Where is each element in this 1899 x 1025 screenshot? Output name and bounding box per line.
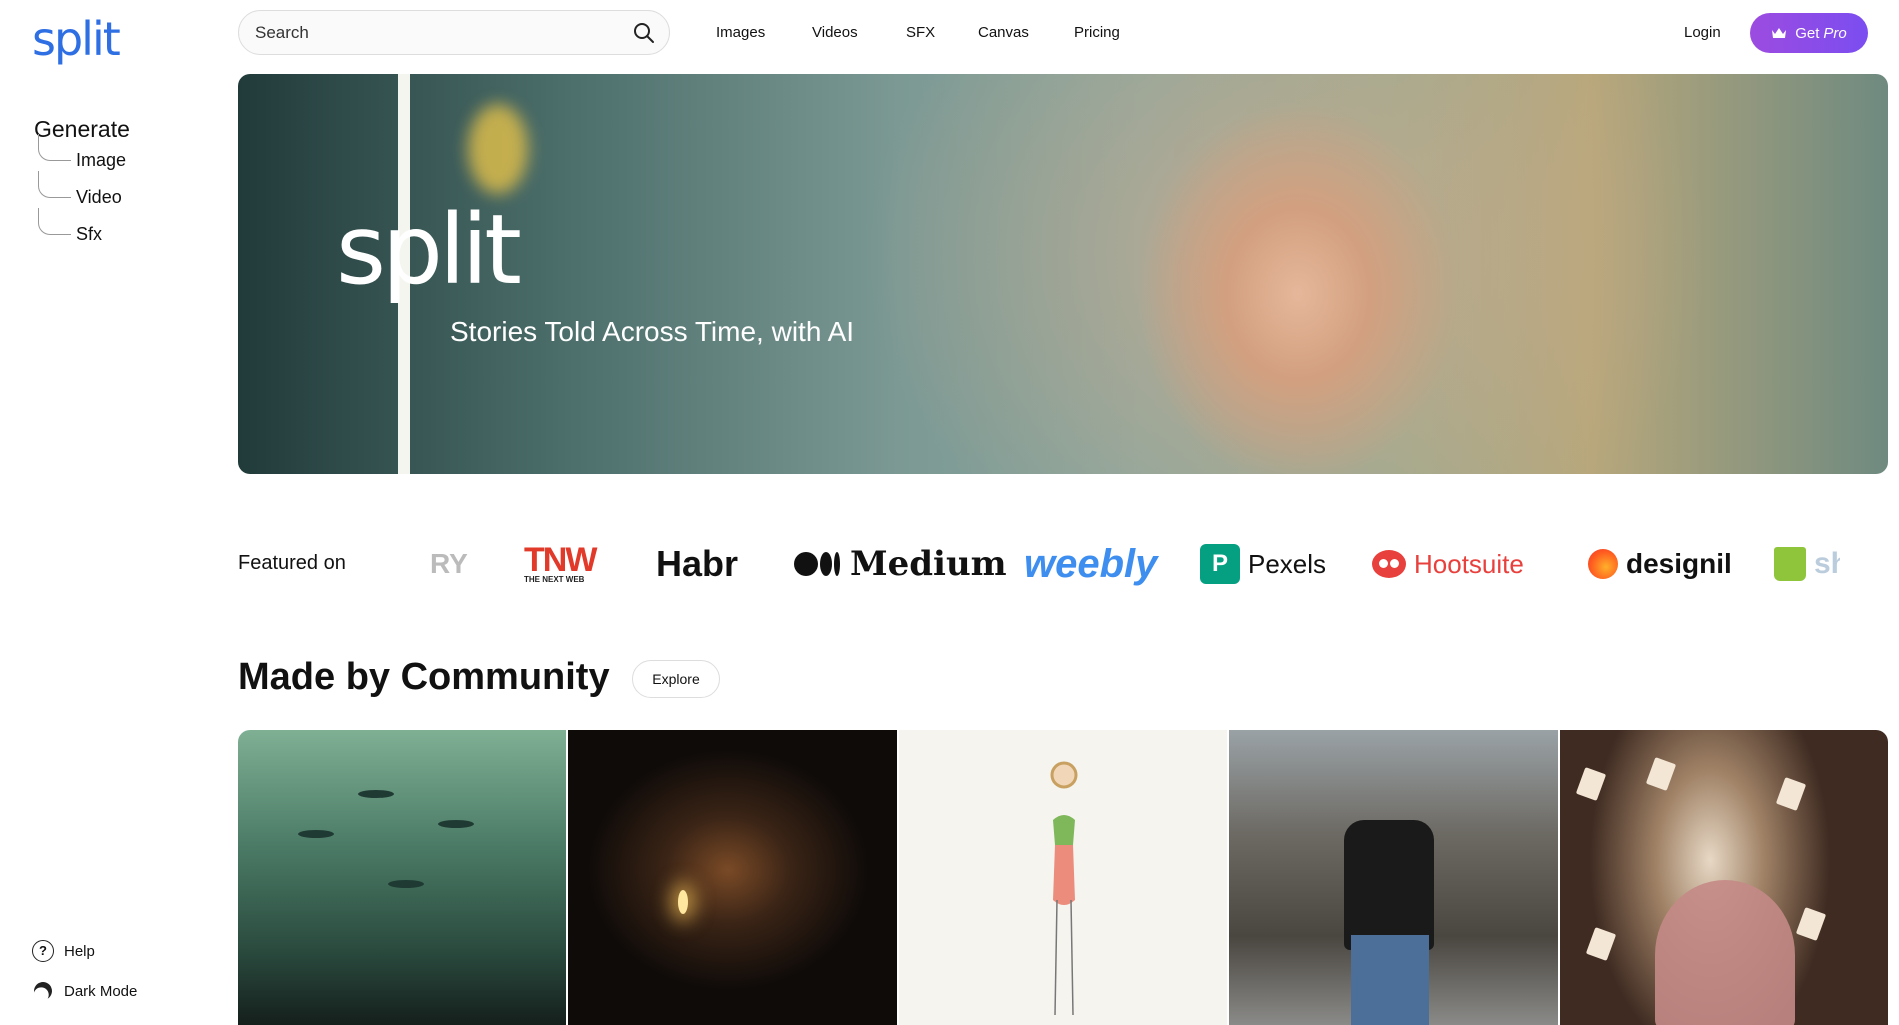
brand-partial-right: sh bbox=[1814, 547, 1840, 580]
search-icon[interactable] bbox=[633, 22, 655, 44]
gallery-tile-city[interactable] bbox=[238, 730, 567, 1025]
help-icon: ? bbox=[32, 940, 54, 962]
nav-canvas[interactable]: Canvas bbox=[978, 24, 1029, 41]
gallery-tile-sketch[interactable] bbox=[898, 730, 1228, 1025]
brand-habr: Habr bbox=[656, 543, 739, 584]
community-title: Made by Community bbox=[238, 656, 610, 698]
nav-images[interactable]: Images bbox=[716, 24, 765, 41]
tnw-subtitle: THE NEXT WEB bbox=[524, 574, 585, 584]
sidebar: split Generate Image Video Sfx ? Help Da… bbox=[0, 0, 220, 1025]
dark-mode-label: Dark Mode bbox=[64, 982, 138, 1000]
brand-designil: designil bbox=[1588, 536, 1732, 592]
get-pro-prefix: Get bbox=[1795, 24, 1820, 42]
designil-label: designil bbox=[1626, 548, 1732, 579]
search-bar bbox=[238, 10, 670, 55]
crown-icon bbox=[1772, 28, 1787, 38]
shopping-bag-icon bbox=[1774, 547, 1806, 581]
brand-shopify-partial: sh bbox=[1774, 536, 1840, 592]
gallery-tile-street[interactable] bbox=[1229, 730, 1558, 1025]
nav-pricing[interactable]: Pricing bbox=[1074, 24, 1120, 41]
brand-pexels: P Pexels bbox=[1200, 536, 1326, 592]
tnw-logo: TNW bbox=[524, 540, 597, 579]
community-gallery bbox=[238, 730, 1888, 1025]
featured-logos: RY TNW THE NEXT WEB Habr Medium weebly P… bbox=[430, 536, 1840, 592]
explore-button[interactable]: Explore bbox=[632, 660, 720, 698]
sidebar-item-sfx[interactable]: Sfx bbox=[36, 208, 156, 259]
pexels-icon: P bbox=[1200, 544, 1240, 584]
get-pro-button[interactable]: Get Pro bbox=[1750, 13, 1868, 53]
medium-icon bbox=[794, 550, 842, 578]
brand-tnw: TNW THE NEXT WEB bbox=[524, 536, 597, 592]
nav-videos[interactable]: Videos bbox=[812, 24, 858, 41]
featured-label: Featured on bbox=[238, 552, 346, 574]
medium-label: Medium bbox=[850, 544, 1007, 584]
dark-mode-toggle[interactable]: Dark Mode bbox=[32, 980, 212, 1002]
owl-icon bbox=[1372, 550, 1406, 578]
search-input[interactable] bbox=[255, 21, 615, 45]
hero-logo: split bbox=[336, 194, 522, 306]
nav-sfx[interactable]: SFX bbox=[906, 24, 935, 41]
hero-banner: split Stories Told Across Time, with AI bbox=[238, 74, 1888, 474]
help-label: Help bbox=[64, 942, 95, 960]
moon-icon bbox=[32, 980, 54, 1002]
gallery-tile-cards[interactable] bbox=[1559, 730, 1888, 1025]
hero-background-light bbox=[468, 104, 528, 194]
generate-menu: Image Video Sfx bbox=[36, 134, 156, 259]
brand-medium: Medium bbox=[794, 536, 1007, 592]
pexels-label: Pexels bbox=[1248, 548, 1327, 579]
hero-tagline: Stories Told Across Time, with AI bbox=[450, 316, 855, 347]
app-logo[interactable]: split bbox=[32, 12, 121, 66]
brand-partial-left: RY bbox=[430, 548, 468, 579]
brand-hootsuite: Hootsuite bbox=[1372, 536, 1524, 592]
hootsuite-label: Hootsuite bbox=[1414, 548, 1524, 579]
help-link[interactable]: ? Help bbox=[32, 940, 212, 962]
brand-weebly: weebly bbox=[1024, 541, 1158, 586]
login-link[interactable]: Login bbox=[1684, 24, 1721, 41]
gallery-tile-candle-reader[interactable] bbox=[568, 730, 897, 1025]
get-pro-emph: Pro bbox=[1823, 24, 1847, 42]
flame-icon bbox=[1588, 549, 1618, 579]
